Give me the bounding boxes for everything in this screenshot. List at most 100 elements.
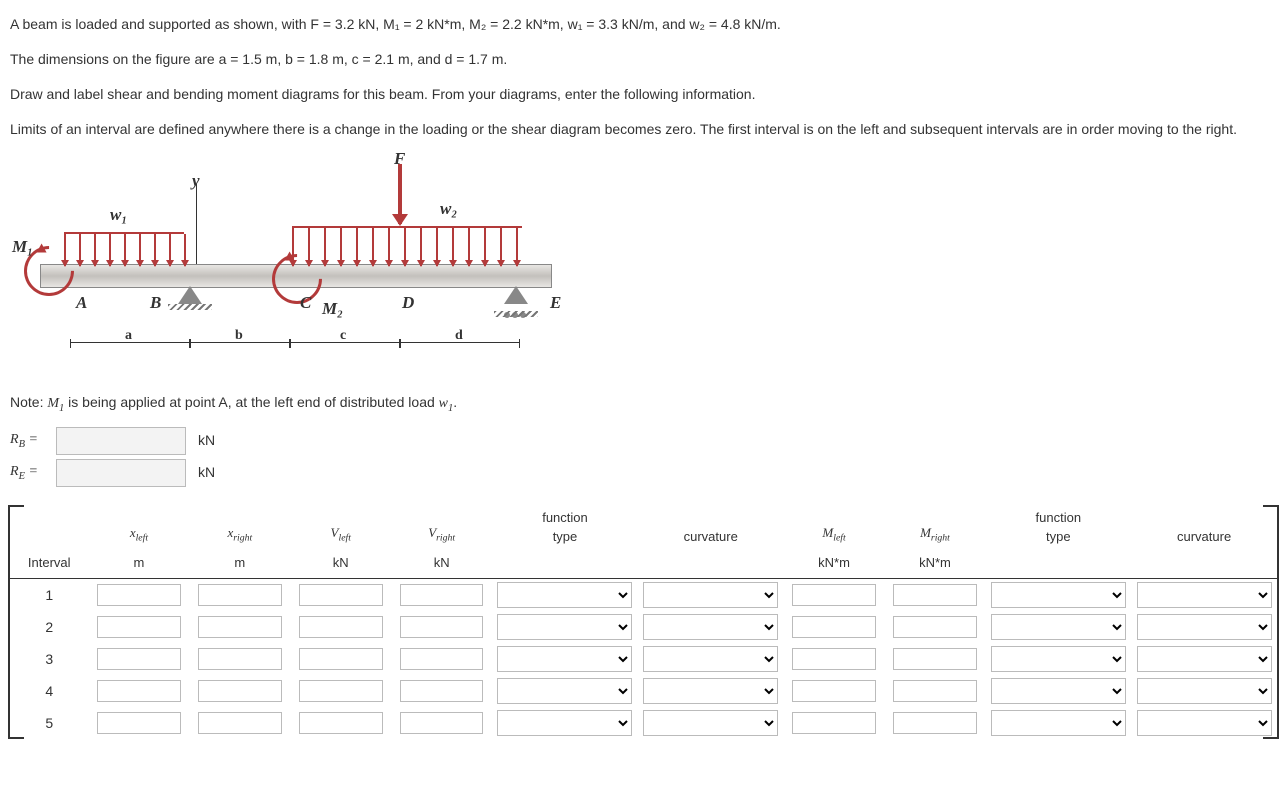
hdr-mright: Mright	[885, 505, 986, 550]
hdr-m2: m	[189, 550, 290, 579]
problem-line-1: A beam is loaded and supported as shown,…	[10, 14, 1277, 35]
mleft-input[interactable]	[792, 712, 876, 734]
rb-label: RB =	[10, 429, 50, 453]
hdr-func2: functiontype	[985, 505, 1131, 550]
dim-a: a	[70, 342, 190, 343]
label-w1: w₁	[110, 202, 127, 228]
hdr-func1: functiontype	[492, 505, 638, 550]
roller-balls	[503, 304, 529, 310]
vright-input[interactable]	[400, 616, 484, 638]
mleft-input[interactable]	[792, 648, 876, 670]
mright-input[interactable]	[893, 584, 977, 606]
xleft-input[interactable]	[97, 616, 181, 638]
label-c: C	[300, 290, 311, 316]
func-type-v-select[interactable]	[497, 614, 632, 640]
curvature-v-select[interactable]	[643, 678, 778, 704]
table-row: 4	[10, 675, 1277, 707]
mleft-input[interactable]	[792, 584, 876, 606]
label-b: B	[150, 290, 161, 316]
func-type-v-select[interactable]	[497, 582, 632, 608]
hdr-xright: xright	[189, 505, 290, 550]
note-m1: Note: M1 is being applied at point A, at…	[10, 392, 1277, 417]
func-type-m-select[interactable]	[991, 678, 1126, 704]
vleft-input[interactable]	[299, 712, 383, 734]
hdr-kn1: kN	[290, 550, 391, 579]
curvature-m-select[interactable]	[1137, 710, 1272, 736]
table-row: 2	[10, 611, 1277, 643]
func-type-m-select[interactable]	[991, 614, 1126, 640]
hdr-curv2: curvature	[1131, 505, 1277, 550]
func-type-v-select[interactable]	[497, 710, 632, 736]
xright-input[interactable]	[198, 616, 282, 638]
xright-input[interactable]	[198, 648, 282, 670]
reaction-re-row: RE = kN	[10, 459, 1277, 487]
interval-table: xleft xright Vleft Vright functiontype c…	[10, 505, 1277, 740]
xleft-input[interactable]	[97, 680, 181, 702]
xleft-input[interactable]	[97, 712, 181, 734]
xright-input[interactable]	[198, 712, 282, 734]
rb-unit: kN	[198, 430, 215, 451]
ground-e	[494, 311, 538, 317]
bracket-right-icon	[1263, 505, 1279, 740]
distload-w2	[292, 226, 522, 266]
vleft-input[interactable]	[299, 680, 383, 702]
dim-c: c	[290, 342, 400, 343]
vright-input[interactable]	[400, 680, 484, 702]
force-f-arrow	[398, 164, 402, 224]
vleft-input[interactable]	[299, 616, 383, 638]
support-roller-e	[504, 286, 528, 304]
mleft-input[interactable]	[792, 616, 876, 638]
support-pin-b	[178, 286, 202, 304]
mleft-input[interactable]	[792, 680, 876, 702]
table-row: 1	[10, 579, 1277, 612]
axis-y	[196, 184, 197, 264]
xright-input[interactable]	[198, 680, 282, 702]
mright-input[interactable]	[893, 712, 977, 734]
re-input[interactable]	[56, 459, 186, 487]
func-type-m-select[interactable]	[991, 646, 1126, 672]
label-d: D	[402, 290, 414, 316]
vright-input[interactable]	[400, 584, 484, 606]
curvature-m-select[interactable]	[1137, 582, 1272, 608]
hdr-curv1: curvature	[638, 505, 784, 550]
curvature-v-select[interactable]	[643, 614, 778, 640]
curvature-v-select[interactable]	[643, 646, 778, 672]
label-w2: w₂	[440, 196, 457, 222]
label-m1: M₁	[12, 234, 33, 260]
curvature-m-select[interactable]	[1137, 614, 1272, 640]
re-label: RE =	[10, 461, 50, 485]
reaction-rb-row: RB = kN	[10, 427, 1277, 455]
curvature-v-select[interactable]	[643, 710, 778, 736]
xleft-input[interactable]	[97, 584, 181, 606]
problem-line-4: Limits of an interval are defined anywhe…	[10, 119, 1277, 140]
table-row: 3	[10, 643, 1277, 675]
table-row: 5	[10, 707, 1277, 739]
label-a: A	[76, 290, 87, 316]
hdr-kn2: kN	[391, 550, 492, 579]
vleft-input[interactable]	[299, 648, 383, 670]
interval-table-wrap: xleft xright Vleft Vright functiontype c…	[10, 505, 1277, 740]
xleft-input[interactable]	[97, 648, 181, 670]
func-type-m-select[interactable]	[991, 710, 1126, 736]
xright-input[interactable]	[198, 584, 282, 606]
vright-input[interactable]	[400, 712, 484, 734]
beam-figure: y x M₁ M₂ w₁ w₂	[10, 154, 570, 384]
vright-input[interactable]	[400, 648, 484, 670]
hdr-mleft: Mleft	[784, 505, 885, 550]
rb-input[interactable]	[56, 427, 186, 455]
vleft-input[interactable]	[299, 584, 383, 606]
func-type-v-select[interactable]	[497, 678, 632, 704]
label-f: F	[394, 146, 405, 172]
func-type-m-select[interactable]	[991, 582, 1126, 608]
curvature-m-select[interactable]	[1137, 678, 1272, 704]
hdr-knm1: kN*m	[784, 550, 885, 579]
mright-input[interactable]	[893, 616, 977, 638]
curvature-m-select[interactable]	[1137, 646, 1272, 672]
func-type-v-select[interactable]	[497, 646, 632, 672]
hdr-knm2: kN*m	[885, 550, 986, 579]
label-m2: M₂	[322, 296, 343, 322]
problem-line-2: The dimensions on the figure are a = 1.5…	[10, 49, 1277, 70]
mright-input[interactable]	[893, 648, 977, 670]
curvature-v-select[interactable]	[643, 582, 778, 608]
mright-input[interactable]	[893, 680, 977, 702]
